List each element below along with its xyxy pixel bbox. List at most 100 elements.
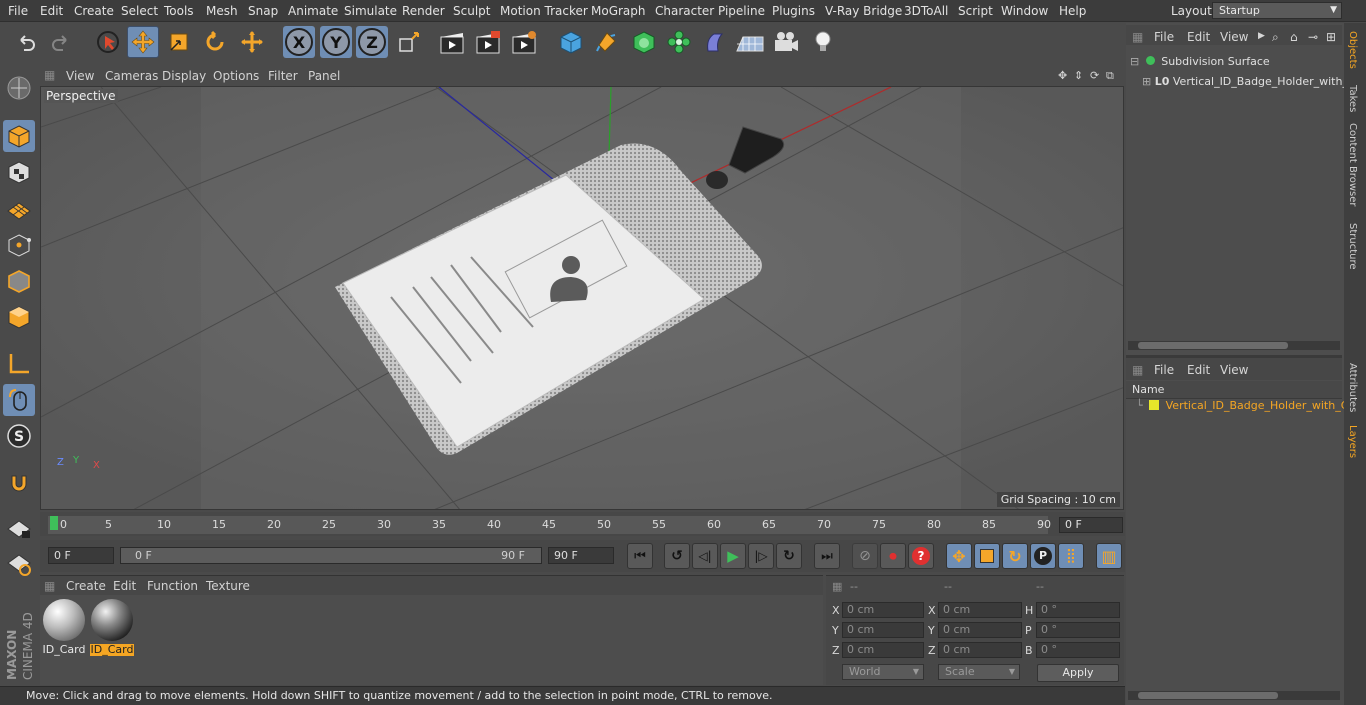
- workplane-mode-button[interactable]: [3, 192, 35, 224]
- menu-render[interactable]: Render: [402, 4, 445, 18]
- object-menu-view[interactable]: View: [1220, 30, 1248, 44]
- home-icon[interactable]: ⌂: [1290, 30, 1298, 44]
- object-row[interactable]: ⊞ L0 Vertical_ID_Badge_Holder_with_C: [1142, 75, 1356, 88]
- viewport-menu-options[interactable]: Options: [213, 69, 259, 83]
- cloner-button[interactable]: [663, 26, 695, 58]
- scrollbar-thumb[interactable]: [1138, 692, 1278, 699]
- deformer-button[interactable]: [699, 26, 731, 58]
- scale-tool-button[interactable]: [163, 26, 195, 58]
- pos-z-field[interactable]: 0 cm: [842, 642, 924, 658]
- planar-workplane-button[interactable]: [3, 548, 35, 580]
- viewport-menu-filter[interactable]: Filter: [268, 69, 298, 83]
- light-button[interactable]: [807, 26, 839, 58]
- perspective-viewport[interactable]: Perspective Y X Z Grid Spacing : 10 cm: [40, 86, 1124, 510]
- cube-object-button[interactable]: [555, 26, 587, 58]
- menu-edit[interactable]: Edit: [40, 4, 63, 18]
- menu-tools[interactable]: Tools: [164, 4, 194, 18]
- menu-help[interactable]: Help: [1059, 4, 1086, 18]
- previous-key-button[interactable]: ↺: [664, 543, 690, 569]
- current-frame-field[interactable]: 0 F: [1059, 517, 1123, 533]
- z-axis-lock-button[interactable]: Z: [356, 26, 388, 58]
- go-to-start-button[interactable]: ⏮: [627, 543, 653, 569]
- object-row[interactable]: ⊟ Subdivision Surface: [1130, 55, 1270, 68]
- previous-frame-button[interactable]: ◁|: [692, 543, 718, 569]
- object-menu-edit[interactable]: Edit: [1187, 30, 1210, 44]
- menu-snap[interactable]: Snap: [248, 4, 278, 18]
- coordinate-space-dropdown[interactable]: World ▼: [842, 664, 924, 680]
- key-parameter-button[interactable]: P: [1030, 543, 1056, 569]
- menu-sculpt[interactable]: Sculpt: [453, 4, 490, 18]
- material-swatch[interactable]: ID_Card: [42, 599, 86, 657]
- live-selection-button[interactable]: [92, 26, 124, 58]
- go-to-end-button[interactable]: ⏭: [814, 543, 840, 569]
- size-mode-dropdown[interactable]: Scale ▼: [938, 664, 1020, 680]
- menu-character[interactable]: Character: [655, 4, 714, 18]
- make-editable-button[interactable]: [3, 72, 35, 104]
- arrow-right-icon[interactable]: ▶: [1258, 31, 1265, 41]
- apply-button[interactable]: Apply: [1037, 664, 1119, 682]
- render-picture-viewer-button[interactable]: [472, 26, 504, 58]
- subdivision-surface-button[interactable]: [628, 26, 660, 58]
- menu-pipeline[interactable]: Pipeline: [718, 4, 765, 18]
- move-tool-button[interactable]: [127, 26, 159, 58]
- playhead-marker[interactable]: [50, 516, 58, 530]
- undo-button[interactable]: [10, 26, 42, 58]
- floor-button[interactable]: [734, 26, 766, 58]
- menu-mesh[interactable]: Mesh: [206, 4, 238, 18]
- render-view-button[interactable]: [436, 26, 468, 58]
- edges-mode-button[interactable]: [3, 265, 35, 297]
- rot-b-field[interactable]: 0 °: [1036, 642, 1120, 658]
- menu-window[interactable]: Window: [1001, 4, 1048, 18]
- render-settings-button[interactable]: [508, 26, 540, 58]
- keyframe-selection-button[interactable]: ?: [908, 543, 934, 569]
- snapping-button[interactable]: S: [3, 420, 35, 452]
- size-z-field[interactable]: 0 cm: [938, 642, 1022, 658]
- object-list-scrollbar[interactable]: [1128, 341, 1340, 350]
- end-frame-field[interactable]: 90 F: [548, 547, 614, 564]
- menu-vray-bridge[interactable]: V-Ray Bridge: [825, 4, 902, 18]
- menu-script[interactable]: Script: [958, 4, 993, 18]
- menu-animate[interactable]: Animate: [288, 4, 338, 18]
- texture-mode-button[interactable]: [3, 156, 35, 188]
- tab-objects[interactable]: Objects: [1347, 31, 1358, 69]
- menu-file[interactable]: File: [8, 4, 28, 18]
- layer-list-scrollbar[interactable]: [1128, 691, 1340, 700]
- viewport-menu-display[interactable]: Display: [162, 69, 206, 83]
- x-axis-lock-button[interactable]: X: [283, 26, 315, 58]
- material-swatch-selected[interactable]: ID_Card: [90, 599, 134, 657]
- layer-row[interactable]: └ Vertical_ID_Badge_Holder_with_Cl: [1136, 399, 1351, 412]
- preview-range-slider[interactable]: 0 F 90 F: [120, 547, 542, 564]
- material-menu-edit[interactable]: Edit: [113, 579, 136, 593]
- menu-select[interactable]: Select: [121, 4, 158, 18]
- magnet-button[interactable]: [3, 467, 35, 499]
- layout-select[interactable]: Startup ▼: [1212, 2, 1342, 19]
- timeline-window-button[interactable]: ▥: [1096, 543, 1122, 569]
- key-rotation-button[interactable]: ↻: [1002, 543, 1028, 569]
- dolly-view-icon[interactable]: ⇕: [1074, 69, 1083, 82]
- maximize-view-icon[interactable]: ⧉: [1106, 69, 1114, 83]
- pan-view-icon[interactable]: ✥: [1058, 69, 1067, 82]
- menu-3dtoall[interactable]: 3DToAll: [904, 4, 948, 18]
- link-icon[interactable]: ⊸: [1308, 30, 1318, 44]
- size-y-field[interactable]: 0 cm: [938, 622, 1022, 638]
- pos-y-field[interactable]: 0 cm: [842, 622, 924, 638]
- viewport-menu-cameras[interactable]: Cameras: [105, 69, 158, 83]
- transform-tool-button[interactable]: [236, 26, 268, 58]
- rotate-view-icon[interactable]: ⟳: [1090, 69, 1099, 82]
- axis-mode-button[interactable]: [3, 348, 35, 380]
- pen-spline-button[interactable]: [590, 26, 622, 58]
- play-button[interactable]: ▶: [720, 543, 746, 569]
- layer-menu-view[interactable]: View: [1220, 363, 1248, 377]
- lock-workplane-button[interactable]: [3, 512, 35, 544]
- menu-motion-tracker[interactable]: Motion Tracker: [500, 4, 588, 18]
- tab-takes[interactable]: Takes: [1347, 85, 1358, 112]
- tab-content-browser[interactable]: Content Browser: [1347, 123, 1358, 206]
- coordinate-system-button[interactable]: [393, 26, 425, 58]
- viewport-menu-view[interactable]: View: [66, 69, 94, 83]
- material-menu-function[interactable]: Function: [147, 579, 198, 593]
- menu-simulate[interactable]: Simulate: [344, 4, 397, 18]
- autokeying-button[interactable]: ⏺: [880, 543, 906, 569]
- scrollbar-thumb[interactable]: [1138, 342, 1288, 349]
- new-window-icon[interactable]: ⊞: [1326, 30, 1336, 44]
- viewport-menu-panel[interactable]: Panel: [308, 69, 340, 83]
